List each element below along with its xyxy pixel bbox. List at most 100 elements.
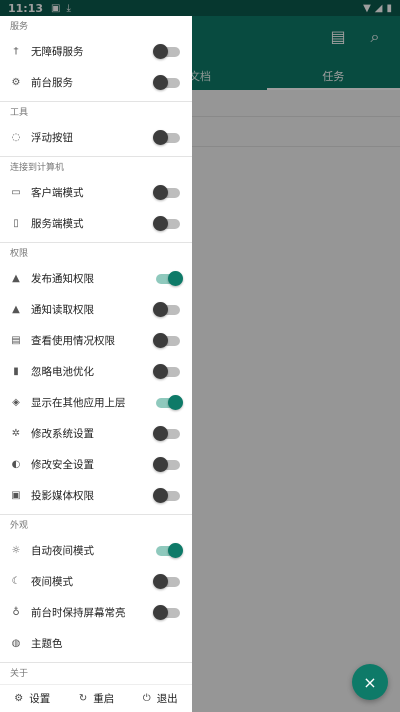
section-header: 服务 [10, 22, 29, 32]
drawer-item[interactable]: ▭ 客户端模式 [0, 177, 192, 208]
close-icon: × [363, 672, 377, 692]
toggle-switch[interactable] [153, 487, 180, 503]
drawer-item[interactable]: ✲ 修改系统设置 [0, 418, 192, 449]
settings-cog-icon: ⚙ [11, 76, 21, 88]
close-fab-button[interactable]: × [352, 664, 388, 700]
drawer-item[interactable]: ▣ 投影媒体权限 [0, 480, 192, 511]
section-header: 工具 [10, 108, 29, 118]
drawer-item-label: 前台时保持屏幕常亮 [31, 607, 126, 619]
toggle-switch[interactable] [153, 456, 180, 472]
lightbulb-icon: ♁ [12, 606, 20, 618]
laptop-icon: ▭ [11, 186, 21, 198]
section-header: 外观 [10, 521, 29, 531]
toggle-thumb [168, 394, 183, 410]
toggle-switch[interactable] [153, 129, 180, 145]
toggle-thumb [153, 43, 168, 59]
drawer-bottom-bar: ⚙ 设置 ↻ 重启 ⏻ 退出 [0, 684, 192, 712]
toggle-thumb [153, 215, 168, 231]
drawer-item-label: 浮动按钮 [31, 132, 73, 144]
toggle-thumb [168, 270, 183, 286]
toggle-switch[interactable] [153, 332, 180, 348]
drawer-item-label: 投影媒体权限 [31, 490, 94, 502]
section-header: 关于 [10, 669, 29, 679]
layers-icon: ◈ [12, 396, 20, 408]
drawer-item[interactable]: ☾ 夜间模式 [0, 566, 192, 597]
navigation-drawer: 服务 † 无障碍服务 ⚙ 前台服务 工具 ◌ 浮动按钮 连接到计算机 ▭ 客户端模式 ▯ 服务端模式 权限… [0, 16, 192, 712]
toggle-thumb [153, 363, 168, 379]
drawer-item[interactable]: ♁ 前台时保持屏幕常亮 [0, 597, 192, 628]
drawer-item[interactable]: ◌ 浮动按钮 [0, 122, 192, 153]
bell-icon: ▲ [12, 303, 20, 315]
drawer-item[interactable]: ◍ 主题色 [0, 628, 192, 659]
section-divider [0, 514, 192, 515]
drawer-item-label: 客户端模式 [31, 187, 84, 199]
drawer-item[interactable]: ◐ 修改安全设置 [0, 449, 192, 480]
exit-label: 退出 [156, 693, 178, 705]
drawer-item-label: 服务端模式 [31, 218, 84, 230]
palette-icon: ◍ [11, 637, 21, 649]
toggle-switch[interactable] [156, 270, 183, 286]
toggle-switch[interactable] [153, 573, 180, 589]
drawer-content: 服务 † 无障碍服务 ⚙ 前台服务 工具 ◌ 浮动按钮 连接到计算机 ▭ 客户端模式 ▯ 服务端模式 权限… [0, 18, 192, 712]
accessibility-icon: † [13, 45, 19, 57]
section-divider [0, 156, 192, 157]
section-header: 权限 [10, 249, 29, 259]
drawer-item[interactable]: ▲ 通知读取权限 [0, 294, 192, 325]
restart-icon: ↻ [78, 693, 88, 704]
toggle-switch[interactable] [156, 394, 183, 410]
drawer-item[interactable]: † 无障碍服务 [0, 36, 192, 67]
battery-icon: ▮ [13, 365, 19, 377]
restart-label: 重启 [93, 693, 115, 705]
drawer-item-label: 显示在其他应用上层 [31, 397, 126, 409]
toggle-thumb [153, 456, 168, 472]
drawer-item[interactable]: ▯ 服务端模式 [0, 208, 192, 239]
toggle-switch[interactable] [153, 363, 180, 379]
toggle-switch[interactable] [153, 184, 180, 200]
section-divider [0, 242, 192, 243]
settings-button[interactable]: ⚙ 设置 [14, 691, 50, 706]
toggle-thumb [168, 542, 183, 558]
section-divider [0, 662, 192, 663]
toggle-switch[interactable] [156, 542, 183, 558]
toggle-switch[interactable] [153, 301, 180, 317]
settings-icon: ⚙ [14, 693, 24, 704]
drawer-item[interactable]: ☼ 自动夜间模式 [0, 535, 192, 566]
drawer-item-label: 忽略电池优化 [31, 366, 94, 378]
power-icon: ⏻ [142, 693, 151, 704]
moon-icon: ☾ [11, 575, 21, 587]
drawer-item-label: 自动夜间模式 [31, 545, 94, 557]
toggle-thumb [153, 184, 168, 200]
gear-icon: ✲ [11, 427, 21, 439]
drawer-item-label: 修改系统设置 [31, 428, 94, 440]
toggle-thumb [153, 425, 168, 441]
drawer-item-label: 发布通知权限 [31, 273, 94, 285]
drawer-item[interactable]: ▲ 发布通知权限 [0, 263, 192, 294]
toggle-switch[interactable] [153, 74, 180, 90]
drawer-item[interactable]: ⚙ 前台服务 [0, 67, 192, 98]
toggle-thumb [153, 604, 168, 620]
drawer-item-label: 无障碍服务 [31, 46, 84, 58]
drawer-item-label: 夜间模式 [31, 576, 73, 588]
auto-brightness-icon: ☼ [11, 544, 21, 556]
toggle-thumb [153, 573, 168, 589]
drawer-item-label: 修改安全设置 [31, 459, 94, 471]
toggle-switch[interactable] [153, 425, 180, 441]
cast-icon: ▣ [11, 489, 21, 501]
toggle-switch[interactable] [153, 215, 180, 231]
toggle-switch[interactable] [153, 43, 180, 59]
drawer-item[interactable]: ▮ 忽略电池优化 [0, 356, 192, 387]
drawer-item-label: 查看使用情况权限 [31, 335, 115, 347]
drawer-item-label: 通知读取权限 [31, 304, 94, 316]
toggle-thumb [153, 487, 168, 503]
toggle-thumb [153, 332, 168, 348]
drawer-item[interactable]: ▤ 查看使用情况权限 [0, 325, 192, 356]
restart-button[interactable]: ↻ 重启 [79, 691, 114, 706]
shield-icon: ◐ [11, 458, 21, 470]
toggle-thumb [153, 74, 168, 90]
toggle-switch[interactable] [153, 604, 180, 620]
exit-button[interactable]: ⏻ 退出 [143, 691, 178, 706]
drawer-item[interactable]: ◈ 显示在其他应用上层 [0, 387, 192, 418]
drawer-item-label: 主题色 [31, 638, 63, 650]
toggle-thumb [153, 129, 168, 145]
phone-icon: ▯ [13, 217, 19, 229]
